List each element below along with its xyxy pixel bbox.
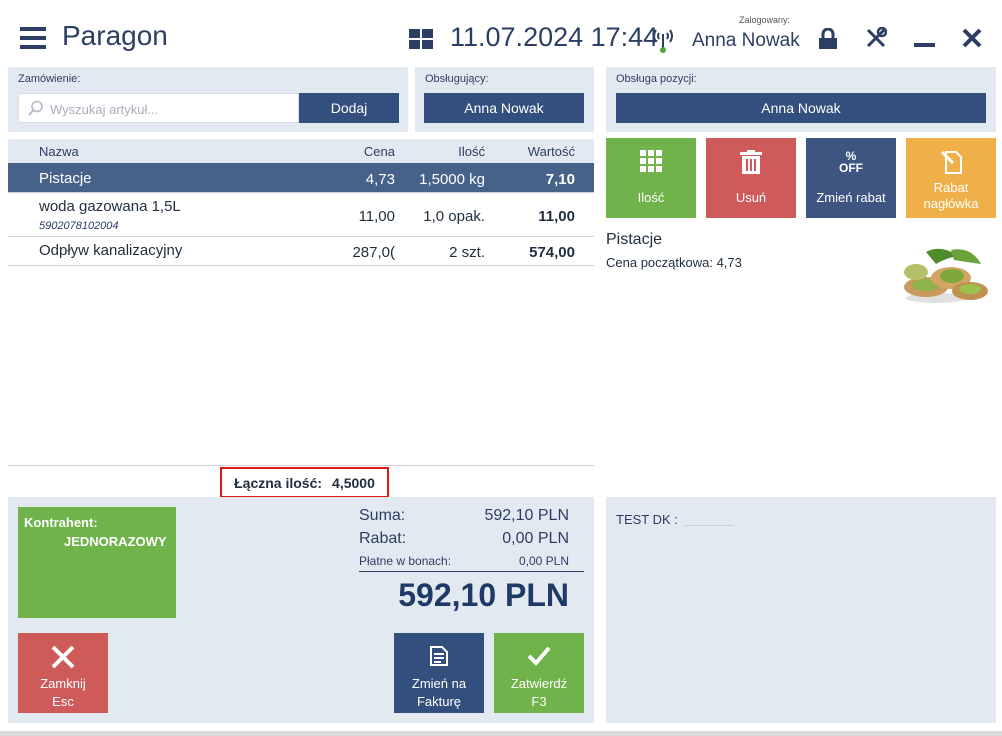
cell-name: woda gazowana 1,5L xyxy=(39,198,181,215)
tools-icon[interactable] xyxy=(865,27,887,49)
cell-name: Pistacje xyxy=(39,170,92,187)
customer-label: Kontrahent: xyxy=(24,515,98,530)
attribute-value-field[interactable] xyxy=(684,525,734,526)
item-service-select[interactable]: Anna Nowak xyxy=(616,93,986,123)
summary-panel: Kontrahent: JEDNORAZOWY Suma: 592,10 PLN… xyxy=(8,497,594,723)
total-quantity: Łączna ilość: 4,5000 xyxy=(220,467,389,498)
confirm-label: Zatwierdź xyxy=(510,676,568,691)
change-discount-button[interactable]: % OFF Zmień rabat xyxy=(806,138,896,218)
confirm-key: F3 xyxy=(531,694,547,709)
detail-item-name: Pistacje xyxy=(606,231,663,248)
table-row[interactable]: Odpływ kanalizacyjny 287,0( 2 szt. 574,0… xyxy=(8,237,594,266)
order-label: Zamówienie: xyxy=(18,73,81,85)
cell-ean: 5902078102004 xyxy=(39,220,119,232)
invoice-label-1: Zmień na xyxy=(411,676,467,691)
col-value[interactable]: Wartość xyxy=(528,144,575,159)
invoice-label-2: Fakturę xyxy=(416,694,462,709)
checkmark-icon xyxy=(527,646,551,666)
cell-value: 574,00 xyxy=(529,244,575,261)
cell-price: 4,73 xyxy=(365,171,395,188)
search-input[interactable]: Wyszukaj artykuł... xyxy=(18,93,299,123)
trash-icon xyxy=(740,150,762,174)
customer-button[interactable]: Kontrahent: JEDNORAZOWY xyxy=(18,507,176,618)
cell-name: Odpływ kanalizacyjny xyxy=(39,242,183,259)
cell-qty: 2 szt. xyxy=(449,244,485,261)
order-panel: Zamówienie: Wyszukaj artykuł... Dodaj xyxy=(8,67,408,132)
table-row[interactable]: Pistacje 4,73 1,5000 kg 7,10 xyxy=(8,163,594,193)
grand-total: 592,10 PLN xyxy=(398,577,569,613)
attributes-panel: TEST DK : xyxy=(606,497,996,723)
close-label: Zamknij xyxy=(40,676,86,691)
served-select[interactable]: Anna Nowak xyxy=(424,93,584,123)
total-quantity-label: Łączna ilość: xyxy=(234,474,323,491)
sum-label: Suma: xyxy=(359,507,406,524)
document-icon xyxy=(430,646,448,666)
lock-icon[interactable] xyxy=(818,28,838,50)
table-footer-line xyxy=(8,465,594,466)
confirm-button[interactable]: Zatwierdź F3 xyxy=(494,633,584,713)
title-bar: Paragon 11.07.2024 17:44 Zalogowany: Ann… xyxy=(0,0,1002,66)
datetime: 11.07.2024 17:44 xyxy=(450,22,659,52)
cell-value: 11,00 xyxy=(538,208,575,225)
edit-document-icon xyxy=(940,150,962,174)
quantity-button[interactable]: Ilość xyxy=(606,138,696,218)
close-key: Esc xyxy=(52,694,74,709)
cell-qty: 1,0 opak. xyxy=(423,208,485,225)
items-table: Nazwa Cena Ilość Wartość Pistacje 4,73 1… xyxy=(8,139,594,498)
served-label: Obsługujący: xyxy=(425,73,489,85)
tiles-icon[interactable] xyxy=(409,29,433,49)
logged-in-label: Zalogowany: xyxy=(739,15,791,25)
col-name[interactable]: Nazwa xyxy=(39,144,79,159)
sum-value: 592,10 PLN xyxy=(484,507,569,524)
fiscal-printer-signal-icon[interactable] xyxy=(651,26,675,54)
table-row[interactable]: woda gazowana 1,5L 5902078102004 11,00 1… xyxy=(8,193,594,237)
x-icon xyxy=(51,645,75,669)
table-header: Nazwa Cena Ilość Wartość xyxy=(8,139,594,163)
discount-label: Rabat: xyxy=(359,530,407,547)
discount-value: 0,00 PLN xyxy=(502,530,569,547)
add-button[interactable]: Dodaj xyxy=(299,93,399,123)
attribute-label: TEST DK : xyxy=(616,512,678,527)
delete-label: Usuń xyxy=(735,190,767,205)
cell-value: 7,10 xyxy=(545,171,575,188)
detail-start-price: Cena początkowa: 4,73 xyxy=(606,255,742,270)
window-title: Paragon xyxy=(62,20,168,51)
close-receipt-button[interactable]: Zamknij Esc xyxy=(18,633,108,713)
quantity-label: Ilość xyxy=(637,190,665,205)
vouchers-value: 0,00 PLN xyxy=(518,554,569,568)
search-placeholder: Wyszukaj artykuł... xyxy=(50,102,159,117)
customer-value: JEDNORAZOWY xyxy=(64,534,167,549)
grid-icon xyxy=(640,150,662,172)
cell-price: 287,0( xyxy=(352,244,395,261)
close-icon[interactable] xyxy=(962,28,982,48)
header-discount-button[interactable]: Rabat nagłówka xyxy=(906,138,996,218)
change-to-invoice-button[interactable]: Zmień na Fakturę xyxy=(394,633,484,713)
served-panel: Obsługujący: Anna Nowak xyxy=(415,67,594,132)
summary-divider xyxy=(359,571,584,572)
percent-off-icon: % OFF xyxy=(839,149,863,175)
cell-price: 11,00 xyxy=(358,208,395,225)
cell-qty: 1,5000 kg xyxy=(419,171,485,188)
logged-user: Anna Nowak xyxy=(692,30,800,51)
col-qty[interactable]: Ilość xyxy=(458,144,485,159)
header-discount-label: Rabat nagłówka xyxy=(923,180,979,211)
product-image xyxy=(904,248,988,303)
col-price[interactable]: Cena xyxy=(364,144,395,159)
search-icon xyxy=(28,100,43,116)
item-service-label: Obsługa pozycji: xyxy=(616,73,697,85)
delete-button[interactable]: Usuń xyxy=(706,138,796,218)
item-service-panel: Obsługa pozycji: Anna Nowak xyxy=(606,67,996,132)
change-discount-label: Zmień rabat xyxy=(816,190,886,205)
background-window-strip xyxy=(0,731,1002,736)
minimize-icon[interactable] xyxy=(914,43,935,47)
total-quantity-value: 4,5000 xyxy=(332,474,375,491)
menu-icon[interactable] xyxy=(20,27,46,49)
vouchers-label: Płatne w bonach: xyxy=(359,554,452,568)
